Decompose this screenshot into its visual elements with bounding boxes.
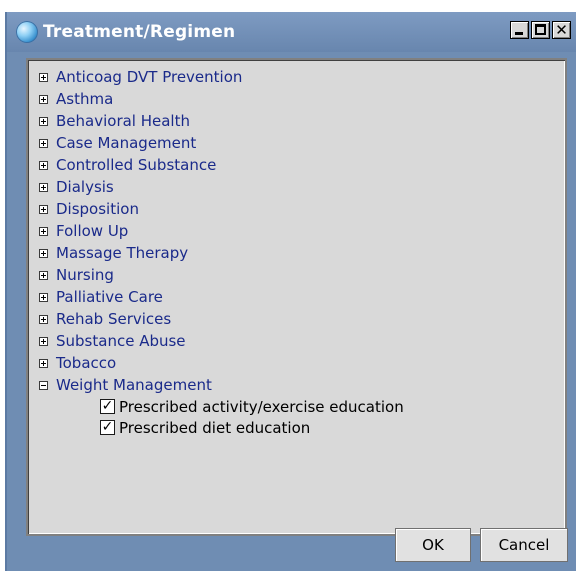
tree-node-behavioral-health[interactable]: Behavioral Health bbox=[39, 110, 404, 132]
tree-node-label[interactable]: Asthma bbox=[56, 90, 113, 108]
tree-node-label[interactable]: Behavioral Health bbox=[56, 112, 190, 130]
expand-plus-icon[interactable] bbox=[39, 314, 48, 324]
tree-node-case-management[interactable]: Case Management bbox=[39, 132, 404, 154]
tree-node-label[interactable]: Rehab Services bbox=[56, 310, 171, 328]
close-button[interactable]: ✕ bbox=[552, 21, 571, 39]
tree-node-palliative-care[interactable]: Palliative Care bbox=[39, 286, 404, 308]
expand-plus-icon[interactable] bbox=[39, 182, 48, 192]
window-controls: ✕ bbox=[510, 21, 571, 39]
tree-node-controlled-substance[interactable]: Controlled Substance bbox=[39, 154, 404, 176]
tree-node-massage-therapy[interactable]: Massage Therapy bbox=[39, 242, 404, 264]
treatment-regimen-dialog: Treatment/Regimen ✕ Anticoag DVT Prevent… bbox=[5, 12, 576, 571]
expand-plus-icon[interactable] bbox=[39, 138, 48, 148]
expand-plus-icon[interactable] bbox=[39, 72, 48, 82]
tree-node-dialysis[interactable]: Dialysis bbox=[39, 176, 404, 198]
tree-node-label[interactable]: Dialysis bbox=[56, 178, 114, 196]
checkbox-checked[interactable]: ✓ bbox=[100, 420, 115, 435]
expand-plus-icon[interactable] bbox=[39, 226, 48, 236]
collapse-minus-icon[interactable] bbox=[39, 380, 48, 390]
expand-plus-icon[interactable] bbox=[39, 204, 48, 214]
expand-plus-icon[interactable] bbox=[39, 336, 48, 346]
ok-button[interactable]: OK bbox=[395, 528, 471, 562]
tree-node-label[interactable]: Controlled Substance bbox=[56, 156, 216, 174]
tree-child-label[interactable]: Prescribed activity/exercise education bbox=[119, 398, 404, 416]
tree-child-prescribed-activity-exercise-education[interactable]: ✓ Prescribed activity/exercise education bbox=[100, 396, 404, 417]
tree-node-follow-up[interactable]: Follow Up bbox=[39, 220, 404, 242]
tree-node-label[interactable]: Substance Abuse bbox=[56, 332, 186, 350]
tree-node-label[interactable]: Follow Up bbox=[56, 222, 128, 240]
tree-node-label[interactable]: Anticoag DVT Prevention bbox=[56, 68, 242, 86]
tree-panel: Anticoag DVT Prevention Asthma Behaviora… bbox=[26, 58, 567, 536]
background-strip bbox=[0, 0, 576, 12]
title-bar[interactable]: Treatment/Regimen ✕ bbox=[7, 12, 576, 52]
tree-node-asthma[interactable]: Asthma bbox=[39, 88, 404, 110]
expand-plus-icon[interactable] bbox=[39, 248, 48, 258]
expand-plus-icon[interactable] bbox=[39, 270, 48, 280]
tree-child-label[interactable]: Prescribed diet education bbox=[119, 419, 310, 437]
app-globe-icon bbox=[16, 21, 38, 43]
tree-child-prescribed-diet-education[interactable]: ✓ Prescribed diet education bbox=[100, 417, 404, 438]
cancel-button[interactable]: Cancel bbox=[480, 528, 568, 562]
tree-node-label[interactable]: Weight Management bbox=[56, 376, 212, 394]
expand-plus-icon[interactable] bbox=[39, 116, 48, 126]
expand-plus-icon[interactable] bbox=[39, 358, 48, 368]
screen: Treatment/Regimen ✕ Anticoag DVT Prevent… bbox=[0, 0, 576, 571]
checkbox-checked[interactable]: ✓ bbox=[100, 399, 115, 414]
maximize-button[interactable] bbox=[531, 21, 550, 39]
tree-node-nursing[interactable]: Nursing bbox=[39, 264, 404, 286]
tree-node-disposition[interactable]: Disposition bbox=[39, 198, 404, 220]
tree-node-anticoag-dvt-prevention[interactable]: Anticoag DVT Prevention bbox=[39, 66, 404, 88]
expand-plus-icon[interactable] bbox=[39, 94, 48, 104]
tree-node-rehab-services[interactable]: Rehab Services bbox=[39, 308, 404, 330]
minimize-button[interactable] bbox=[510, 21, 529, 39]
treatment-tree: Anticoag DVT Prevention Asthma Behaviora… bbox=[39, 66, 404, 438]
expand-plus-icon[interactable] bbox=[39, 292, 48, 302]
tree-node-tobacco[interactable]: Tobacco bbox=[39, 352, 404, 374]
expand-plus-icon[interactable] bbox=[39, 160, 48, 170]
tree-node-weight-management[interactable]: Weight Management bbox=[39, 374, 404, 396]
tree-node-label[interactable]: Disposition bbox=[56, 200, 139, 218]
tree-node-substance-abuse[interactable]: Substance Abuse bbox=[39, 330, 404, 352]
close-icon: ✕ bbox=[555, 21, 568, 39]
tree-node-label[interactable]: Massage Therapy bbox=[56, 244, 188, 262]
tree-node-label[interactable]: Nursing bbox=[56, 266, 114, 284]
tree-node-label[interactable]: Palliative Care bbox=[56, 288, 163, 306]
tree-node-label[interactable]: Case Management bbox=[56, 134, 196, 152]
window-title: Treatment/Regimen bbox=[43, 22, 236, 42]
tree-node-label[interactable]: Tobacco bbox=[56, 354, 116, 372]
